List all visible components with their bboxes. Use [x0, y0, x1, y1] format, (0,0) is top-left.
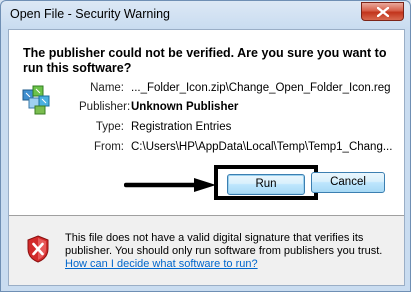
publisher-value: Unknown Publisher [131, 101, 239, 113]
close-icon [377, 7, 389, 17]
warning-footer: This file does not have a valid digital … [9, 216, 404, 285]
cancel-button[interactable]: Cancel [311, 172, 385, 193]
type-label: Type: [95, 121, 124, 133]
dialog-body: The publisher could not be verified. Are… [8, 29, 405, 286]
name-value: ..._Folder_Icon.zip\Change_Open_Folder_I… [131, 82, 391, 94]
close-button[interactable] [361, 2, 404, 21]
help-link[interactable]: How can I decide what software to run? [65, 258, 258, 270]
run-button-highlight: Run [214, 165, 318, 200]
name-label: Name: [90, 82, 124, 94]
run-button[interactable]: Run [227, 174, 305, 195]
type-value: Registration Entries [131, 121, 232, 133]
security-warning-dialog: Open File - Security Warning The publish… [0, 0, 411, 292]
from-value: C:\Users\HP\AppData\Local\Temp\Temp1_Cha… [131, 141, 393, 153]
registry-file-icon [22, 85, 50, 115]
signature-warning-text: This file does not have a valid digital … [65, 232, 383, 257]
title-bar: Open File - Security Warning [1, 1, 410, 27]
security-shield-icon [27, 235, 49, 263]
from-label: From: [93, 141, 124, 153]
arrow-right-icon [124, 178, 216, 192]
warning-headline: The publisher could not be verified. Are… [23, 46, 387, 75]
window-title: Open File - Security Warning [10, 7, 171, 21]
publisher-label: Publisher: [79, 101, 131, 113]
